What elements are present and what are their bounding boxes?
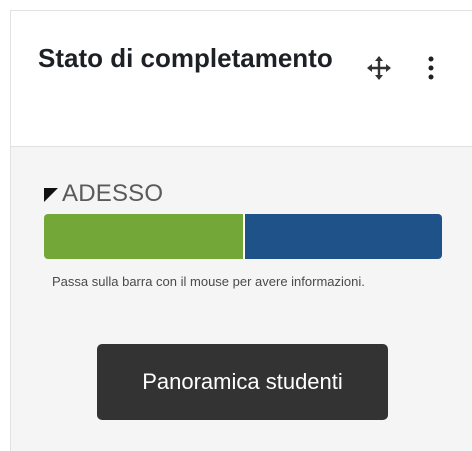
- progress-segment[interactable]: [243, 214, 442, 259]
- now-label: ADESSO: [62, 180, 164, 207]
- move-arrows-icon[interactable]: [366, 55, 392, 81]
- student-overview-button[interactable]: Panoramica studenti: [97, 344, 388, 420]
- kebab-menu-icon[interactable]: [424, 55, 438, 81]
- completion-progress-bar[interactable]: [44, 214, 442, 259]
- progress-segment[interactable]: [44, 214, 243, 259]
- progress-help-text: Passa sulla barra con il mouse per avere…: [52, 274, 365, 289]
- completion-progress-block: Stato di completamento ADESSO Passa sull…: [10, 10, 472, 451]
- now-arrow-icon: [44, 188, 58, 202]
- block-header: Stato di completamento: [11, 11, 472, 147]
- block-title: Stato di completamento: [38, 43, 333, 73]
- now-marker: ADESSO: [44, 180, 164, 207]
